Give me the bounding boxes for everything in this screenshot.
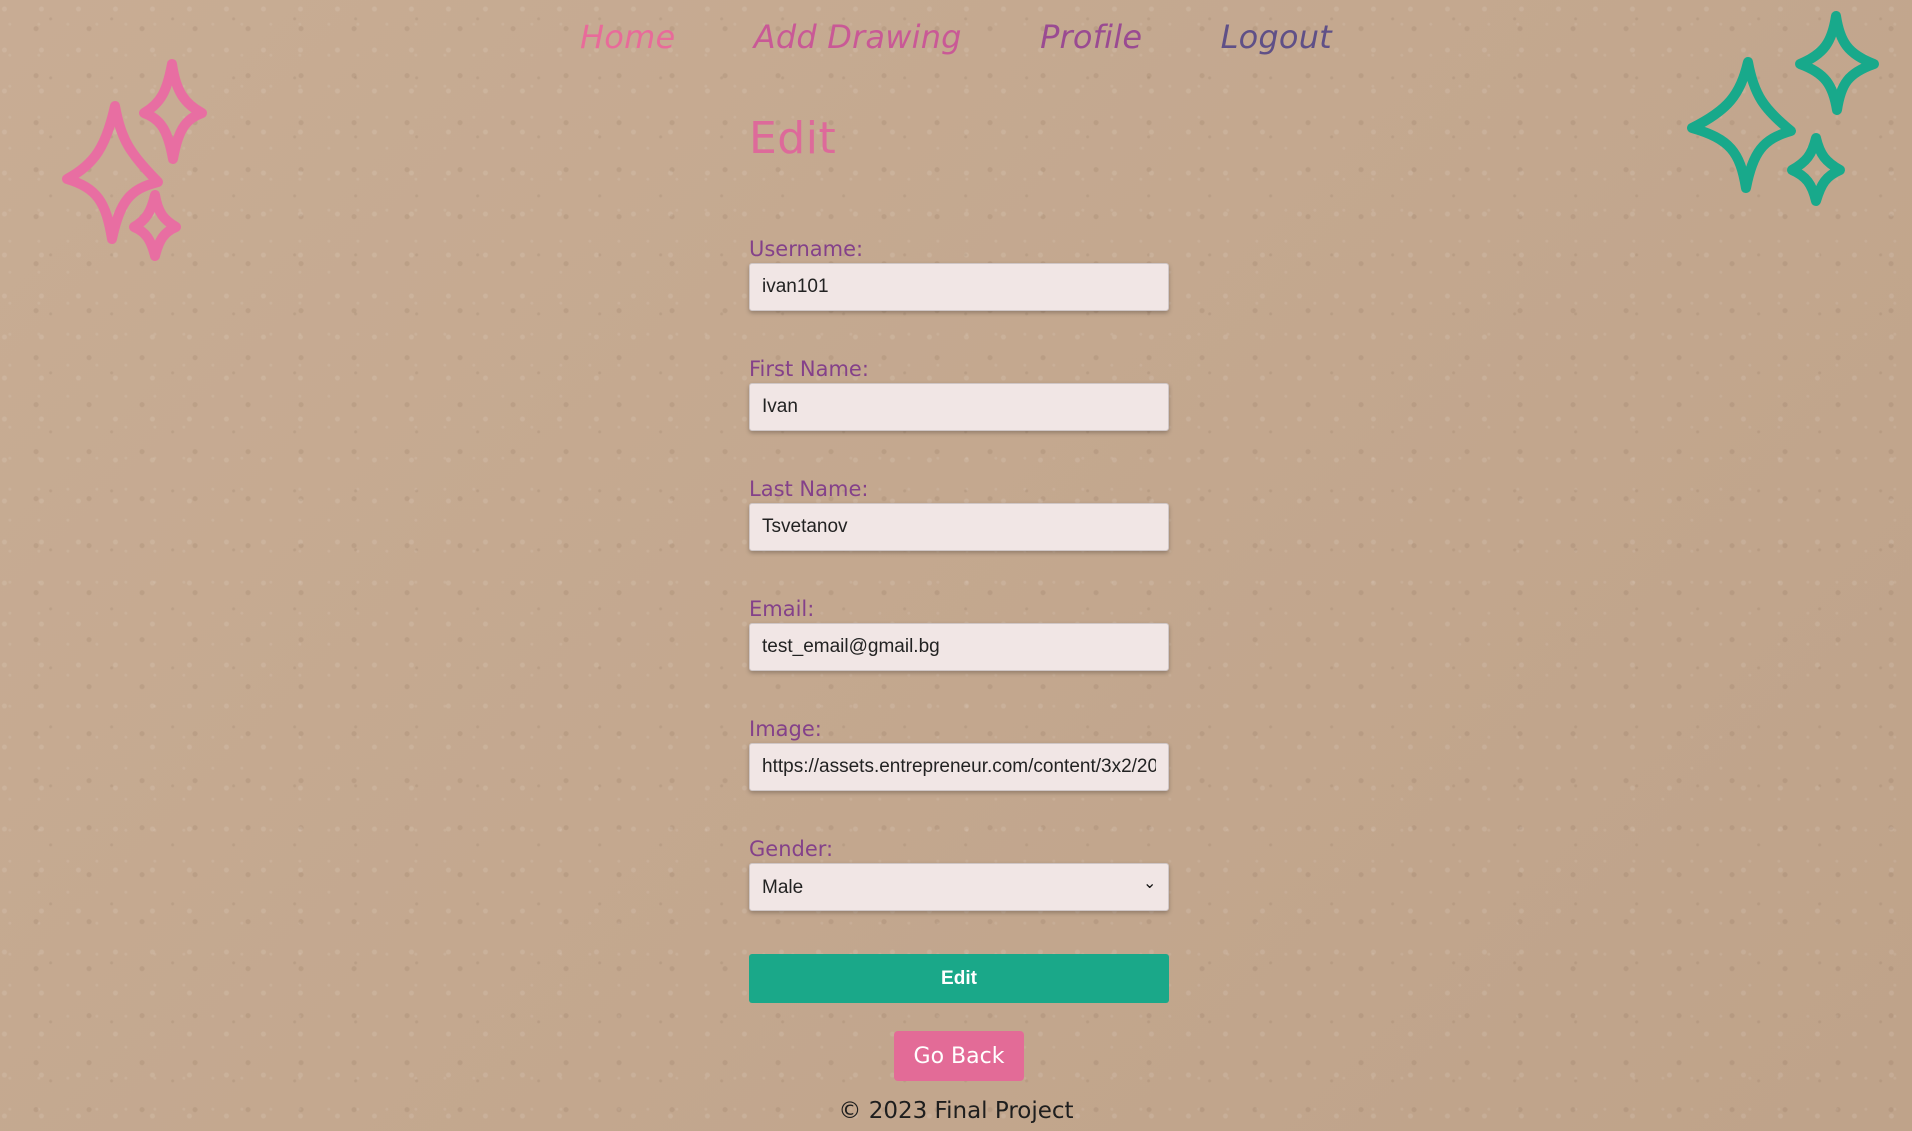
gender-select-wrapper: Male ⌄ [749,863,1169,911]
nav-profile-link[interactable]: Profile [1040,18,1142,56]
first-name-input[interactable] [749,383,1169,431]
image-label: Image: [749,717,822,741]
nav-logout-link[interactable]: Logout [1221,18,1332,56]
top-left-sparkle [139,59,207,164]
sparkles-icon [1687,11,1879,206]
top-navigation: Home Add Drawing Profile Logout [0,18,1912,62]
username-input[interactable] [749,263,1169,311]
last-name-field-group: Last Name: [749,477,1169,551]
email-label: Email: [749,597,815,621]
edit-profile-form: Username: First Name: Last Name: Email: … [749,237,1169,957]
small-left-sparkle [129,190,181,261]
sparkles-icon [62,59,207,261]
last-name-input[interactable] [749,503,1169,551]
first-name-label: First Name: [749,357,869,381]
nav-add-drawing-link[interactable]: Add Drawing [754,18,962,56]
small-right-sparkle [1787,133,1845,206]
first-name-field-group: First Name: [749,357,1169,431]
email-input[interactable] [749,623,1169,671]
go-back-button[interactable]: Go Back [894,1031,1024,1081]
gender-label: Gender: [749,837,834,861]
email-field-group: Email: [749,597,1169,671]
footer: © 2023 Final Project [838,1098,1074,1124]
nav-home-link[interactable]: Home [580,18,675,56]
page-title: Edit [749,113,837,164]
image-field-group: Image: [749,717,1169,791]
gender-select[interactable]: Male [749,863,1169,911]
last-name-label: Last Name: [749,477,869,501]
username-label: Username: [749,237,864,261]
username-field-group: Username: [749,237,1169,311]
edit-button[interactable]: Edit [749,954,1169,1003]
large-right-sparkle [1687,57,1796,193]
image-url-input[interactable] [749,743,1169,791]
gender-field-group: Gender: Male ⌄ [749,837,1169,911]
top-right-sparkle [1795,11,1879,115]
